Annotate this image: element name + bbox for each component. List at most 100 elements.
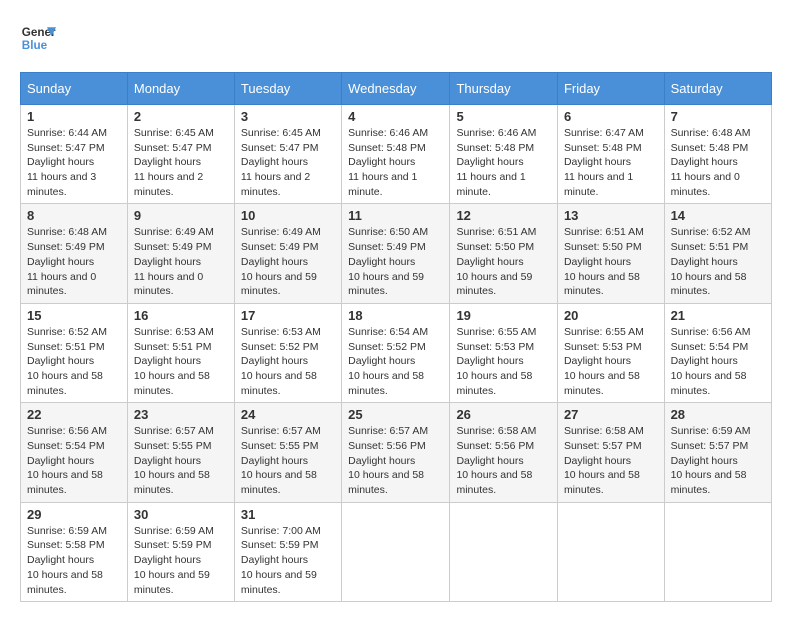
day-info: Sunrise: 6:45 AMSunset: 5:47 PMDaylight … — [134, 126, 228, 199]
calendar-cell: 17Sunrise: 6:53 AMSunset: 5:52 PMDayligh… — [234, 303, 341, 402]
sunrise-info: Sunrise: 6:55 AM — [456, 326, 536, 338]
daylight-detail: 10 hours and 58 minutes. — [564, 271, 640, 298]
calendar-header-thursday: Thursday — [450, 73, 557, 105]
daylight-detail: 10 hours and 58 minutes. — [564, 469, 640, 496]
day-info: Sunrise: 6:56 AMSunset: 5:54 PMDaylight … — [671, 325, 765, 398]
daylight-detail: 11 hours and 3 minutes. — [27, 171, 96, 198]
day-info: Sunrise: 6:45 AMSunset: 5:47 PMDaylight … — [241, 126, 335, 199]
calendar-cell: 15Sunrise: 6:52 AMSunset: 5:51 PMDayligh… — [21, 303, 128, 402]
day-info: Sunrise: 6:48 AMSunset: 5:48 PMDaylight … — [671, 126, 765, 199]
daylight-detail: 10 hours and 59 minutes. — [456, 271, 532, 298]
sunrise-info: Sunrise: 6:56 AM — [27, 425, 107, 437]
calendar-cell: 28 Sunrise: 6:59 AMSunset: 5:57 PMDayligh… — [664, 403, 771, 502]
sunset-info: Sunset: 5:53 PM — [456, 341, 534, 353]
sunrise-info: Sunrise: 6:46 AM — [348, 127, 428, 139]
sunset-info: Sunset: 5:48 PM — [456, 142, 534, 154]
day-number: 29 — [27, 507, 121, 522]
calendar-cell: 23Sunrise: 6:57 AMSunset: 5:55 PMDayligh… — [127, 403, 234, 502]
day-info: Sunrise: 6:59 AMSunset: 5:59 PMDaylight … — [134, 524, 228, 597]
day-info: Sunrise: 6:46 AMSunset: 5:48 PMDaylight … — [456, 126, 550, 199]
day-number: 16 — [134, 308, 228, 323]
calendar-cell: 12Sunrise: 6:51 AMSunset: 5:50 PMDayligh… — [450, 204, 557, 303]
calendar-header-wednesday: Wednesday — [342, 73, 450, 105]
sunset-info: Sunset: 5:53 PM — [564, 341, 642, 353]
daylight-hours-label: Daylight hours — [671, 256, 738, 268]
sunrise-info: Sunrise: 6:45 AM — [241, 127, 321, 139]
day-info: Sunrise: 6:53 AMSunset: 5:51 PMDaylight … — [134, 325, 228, 398]
daylight-detail: 10 hours and 58 minutes. — [348, 370, 424, 397]
daylight-hours-label: Daylight hours — [27, 256, 94, 268]
day-info: Sunrise: 6:51 AMSunset: 5:50 PMDaylight … — [456, 225, 550, 298]
sunset-info: Sunset: 5:50 PM — [564, 241, 642, 253]
sunset-info: Sunset: 5:55 PM — [241, 440, 319, 452]
day-number: 20 — [564, 308, 658, 323]
sunset-info: Sunset: 5:49 PM — [27, 241, 105, 253]
day-number: 11 — [348, 208, 443, 223]
calendar-cell: 5Sunrise: 6:46 AMSunset: 5:48 PMDaylight… — [450, 105, 557, 204]
sunrise-info: Sunrise: 6:53 AM — [134, 326, 214, 338]
calendar-week-row: 22Sunrise: 6:56 AMSunset: 5:54 PMDayligh… — [21, 403, 772, 502]
daylight-hours-label: Daylight hours — [27, 554, 94, 566]
day-number: 28 — [671, 407, 765, 422]
daylight-detail: 10 hours and 59 minutes. — [134, 569, 210, 596]
daylight-detail: 10 hours and 58 minutes. — [348, 469, 424, 496]
sunrise-info: Sunrise: 6:57 AM — [348, 425, 428, 437]
calendar-cell: 6Sunrise: 6:47 AMSunset: 5:48 PMDaylight… — [557, 105, 664, 204]
day-info: Sunrise: 6:55 AMSunset: 5:53 PMDaylight … — [456, 325, 550, 398]
sunset-info: Sunset: 5:49 PM — [134, 241, 212, 253]
day-info: Sunrise: 6:51 AMSunset: 5:50 PMDaylight … — [564, 225, 658, 298]
daylight-hours-label: Daylight hours — [564, 256, 631, 268]
day-number: 2 — [134, 109, 228, 124]
calendar-header-row: SundayMondayTuesdayWednesdayThursdayFrid… — [21, 73, 772, 105]
daylight-detail: 10 hours and 58 minutes. — [671, 469, 747, 496]
calendar-cell — [342, 502, 450, 601]
sunset-info: Sunset: 5:54 PM — [27, 440, 105, 452]
calendar-week-row: 15Sunrise: 6:52 AMSunset: 5:51 PMDayligh… — [21, 303, 772, 402]
calendar-cell: 3Sunrise: 6:45 AMSunset: 5:47 PMDaylight… — [234, 105, 341, 204]
sunrise-info: Sunrise: 6:58 AM — [456, 425, 536, 437]
daylight-detail: 10 hours and 58 minutes. — [134, 370, 210, 397]
sunrise-info: Sunrise: 6:51 AM — [456, 226, 536, 238]
sunset-info: Sunset: 5:59 PM — [134, 539, 212, 551]
day-number: 8 — [27, 208, 121, 223]
daylight-detail: 11 hours and 1 minute. — [564, 171, 633, 198]
sunrise-info: Sunrise: 6:48 AM — [671, 127, 751, 139]
calendar-cell: 10Sunrise: 6:49 AMSunset: 5:49 PMDayligh… — [234, 204, 341, 303]
daylight-hours-label: Daylight hours — [564, 156, 631, 168]
calendar-cell: 21Sunrise: 6:56 AMSunset: 5:54 PMDayligh… — [664, 303, 771, 402]
sunrise-info: Sunrise: 6:59 AM — [27, 525, 107, 537]
day-number: 6 — [564, 109, 658, 124]
day-info: Sunrise: 6:58 AMSunset: 5:56 PMDaylight … — [456, 424, 550, 497]
calendar-cell: 29Sunrise: 6:59 AMSunset: 5:58 PMDayligh… — [21, 502, 128, 601]
calendar-header-monday: Monday — [127, 73, 234, 105]
sunset-info: Sunset: 5:51 PM — [134, 341, 212, 353]
daylight-hours-label: Daylight hours — [27, 355, 94, 367]
page-header: General Blue — [20, 20, 772, 56]
calendar-cell — [450, 502, 557, 601]
day-info: Sunrise: 6:59 AMSunset: 5:57 PMDaylight … — [671, 424, 765, 497]
day-number: 10 — [241, 208, 335, 223]
daylight-hours-label: Daylight hours — [564, 355, 631, 367]
calendar-cell: 30Sunrise: 6:59 AMSunset: 5:59 PMDayligh… — [127, 502, 234, 601]
calendar-cell: 4Sunrise: 6:46 AMSunset: 5:48 PMDaylight… — [342, 105, 450, 204]
sunset-info: Sunset: 5:54 PM — [671, 341, 749, 353]
day-number: 27 — [564, 407, 658, 422]
daylight-detail: 11 hours and 2 minutes. — [134, 171, 203, 198]
calendar-cell: 19Sunrise: 6:55 AMSunset: 5:53 PMDayligh… — [450, 303, 557, 402]
calendar-cell: 24Sunrise: 6:57 AMSunset: 5:55 PMDayligh… — [234, 403, 341, 502]
sunset-info: Sunset: 5:51 PM — [671, 241, 749, 253]
calendar-cell: 9Sunrise: 6:49 AMSunset: 5:49 PMDaylight… — [127, 204, 234, 303]
daylight-detail: 10 hours and 59 minutes. — [348, 271, 424, 298]
daylight-detail: 10 hours and 58 minutes. — [241, 370, 317, 397]
day-info: Sunrise: 6:57 AMSunset: 5:55 PMDaylight … — [241, 424, 335, 497]
sunset-info: Sunset: 5:49 PM — [348, 241, 426, 253]
day-info: Sunrise: 7:00 AMSunset: 5:59 PMDaylight … — [241, 524, 335, 597]
calendar-cell — [557, 502, 664, 601]
daylight-hours-label: Daylight hours — [241, 156, 308, 168]
sunset-info: Sunset: 5:56 PM — [348, 440, 426, 452]
daylight-detail: 10 hours and 59 minutes. — [241, 271, 317, 298]
day-number: 19 — [456, 308, 550, 323]
logo: General Blue — [20, 20, 56, 56]
daylight-hours-label: Daylight hours — [456, 455, 523, 467]
sunrise-info: Sunrise: 6:47 AM — [564, 127, 644, 139]
